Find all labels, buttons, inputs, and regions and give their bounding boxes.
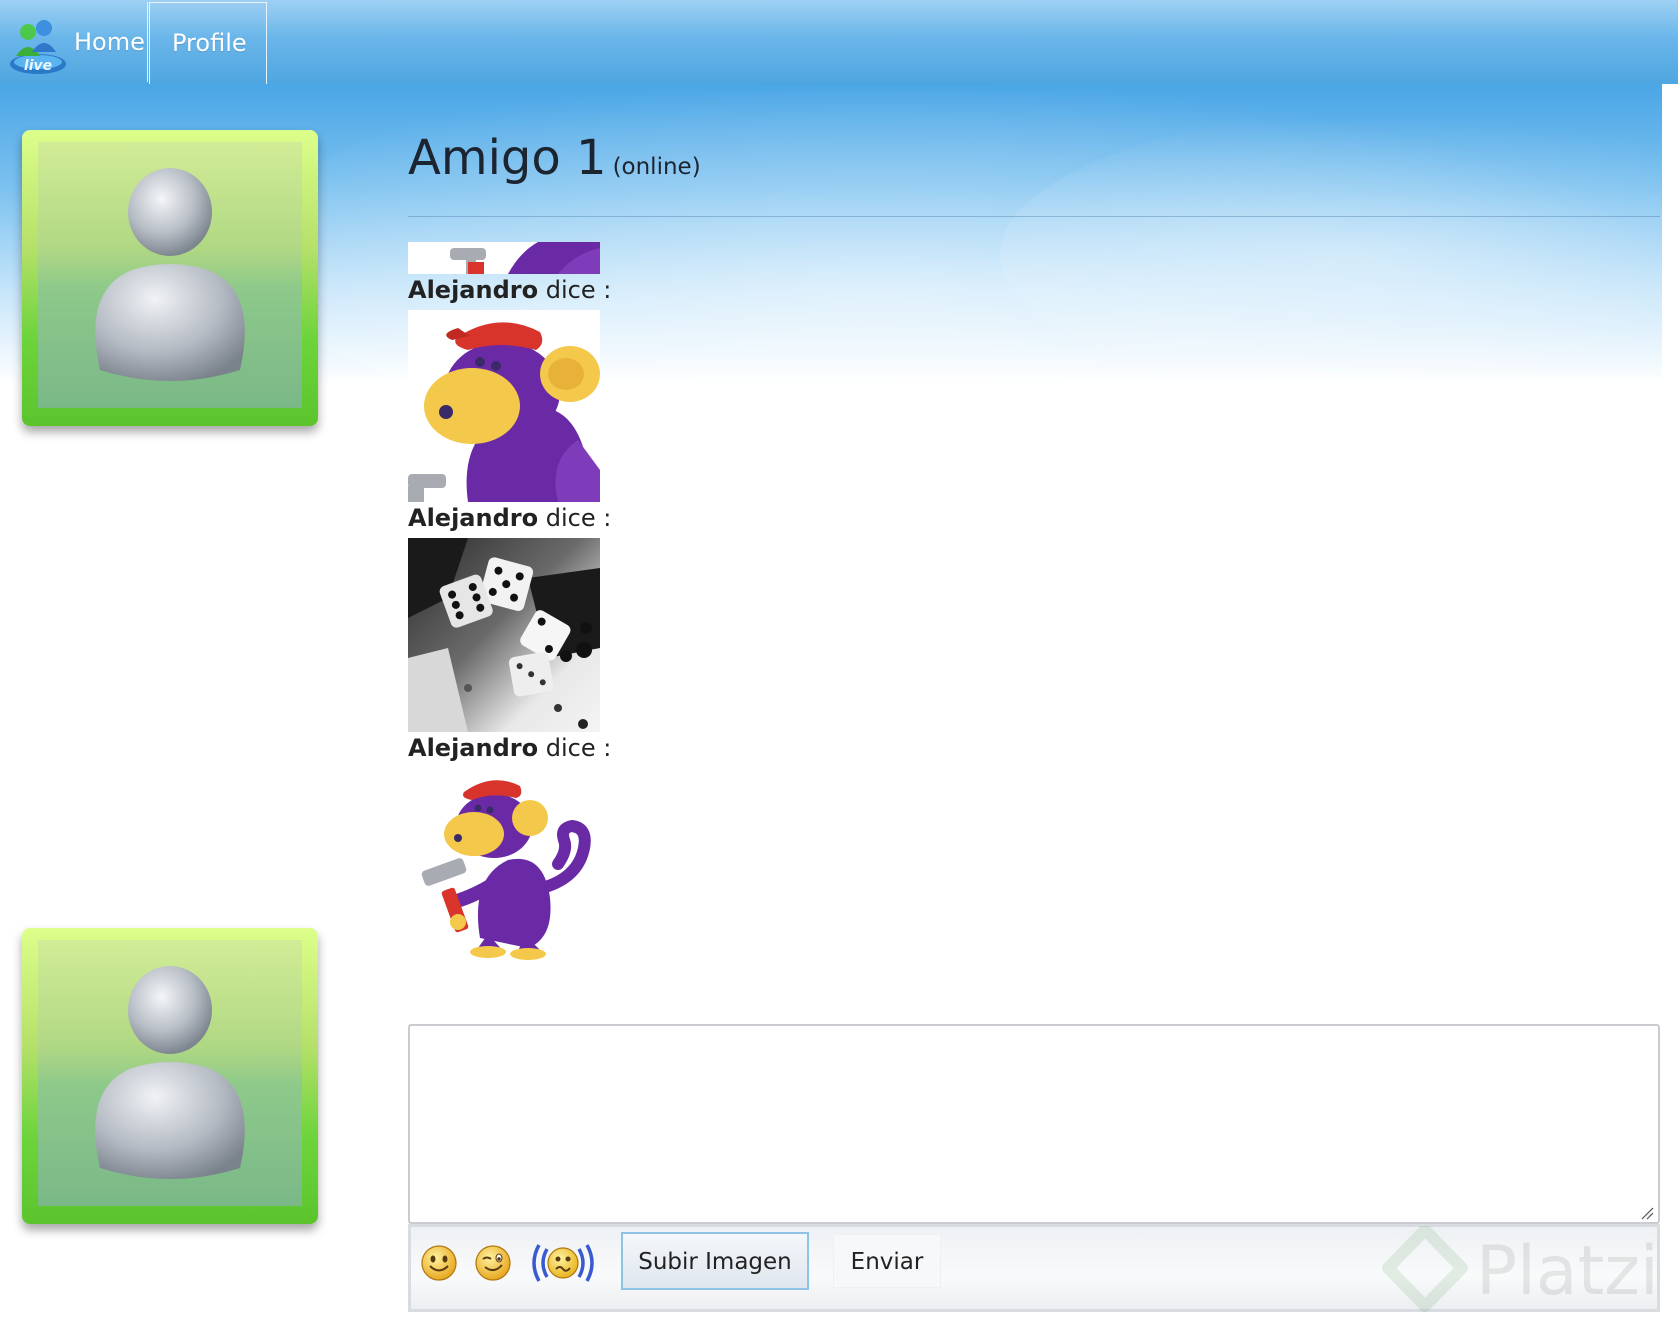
message-image[interactable] (408, 768, 600, 960)
composer-toolbar: Subir Imagen Enviar (408, 1224, 1660, 1312)
contact-name: Amigo 1 (408, 130, 607, 186)
wink-emoticon-icon[interactable] (473, 1243, 513, 1283)
message-image[interactable] (408, 310, 600, 502)
message-author-line: Alejandro dice : (408, 504, 611, 532)
user-avatar (22, 928, 318, 1224)
message-author: Alejandro (408, 504, 539, 532)
messenger-logo-icon: live (10, 20, 66, 74)
message-verb: dice : (545, 504, 612, 532)
message-input[interactable] (408, 1024, 1660, 1224)
nav-home-label: Home (74, 28, 145, 56)
nudge-emoticon-icon[interactable] (527, 1239, 599, 1287)
user-silhouette-icon (95, 168, 245, 381)
contact-status: (online) (612, 154, 701, 180)
send-button[interactable]: Enviar (833, 1234, 941, 1288)
contact-avatar (22, 130, 318, 426)
message-image[interactable] (408, 538, 600, 732)
message-author: Alejandro (408, 734, 539, 762)
nav-home-link[interactable]: live Home (0, 2, 148, 82)
user-silhouette-icon (95, 966, 245, 1179)
upload-image-button[interactable]: Subir Imagen (621, 1232, 809, 1290)
contact-title: Amigo 1 (online) (408, 130, 701, 186)
top-navbar: live Home Profile (0, 0, 1678, 85)
message-author-line: Alejandro dice : (408, 734, 611, 762)
message-verb: dice : (545, 276, 612, 304)
nav-profile-label: Profile (172, 29, 247, 57)
resize-grip-icon[interactable] (1640, 1206, 1654, 1220)
svg-text:live: live (24, 58, 52, 74)
message-image[interactable] (408, 242, 600, 274)
message-verb: dice : (545, 734, 612, 762)
page-edge (1662, 84, 1678, 1330)
smile-emoticon-icon[interactable] (419, 1243, 459, 1283)
message-author-line: Alejandro dice : (408, 276, 611, 304)
message-author: Alejandro (408, 276, 539, 304)
header-divider (408, 216, 1660, 217)
nav-profile-link[interactable]: Profile (149, 2, 267, 84)
